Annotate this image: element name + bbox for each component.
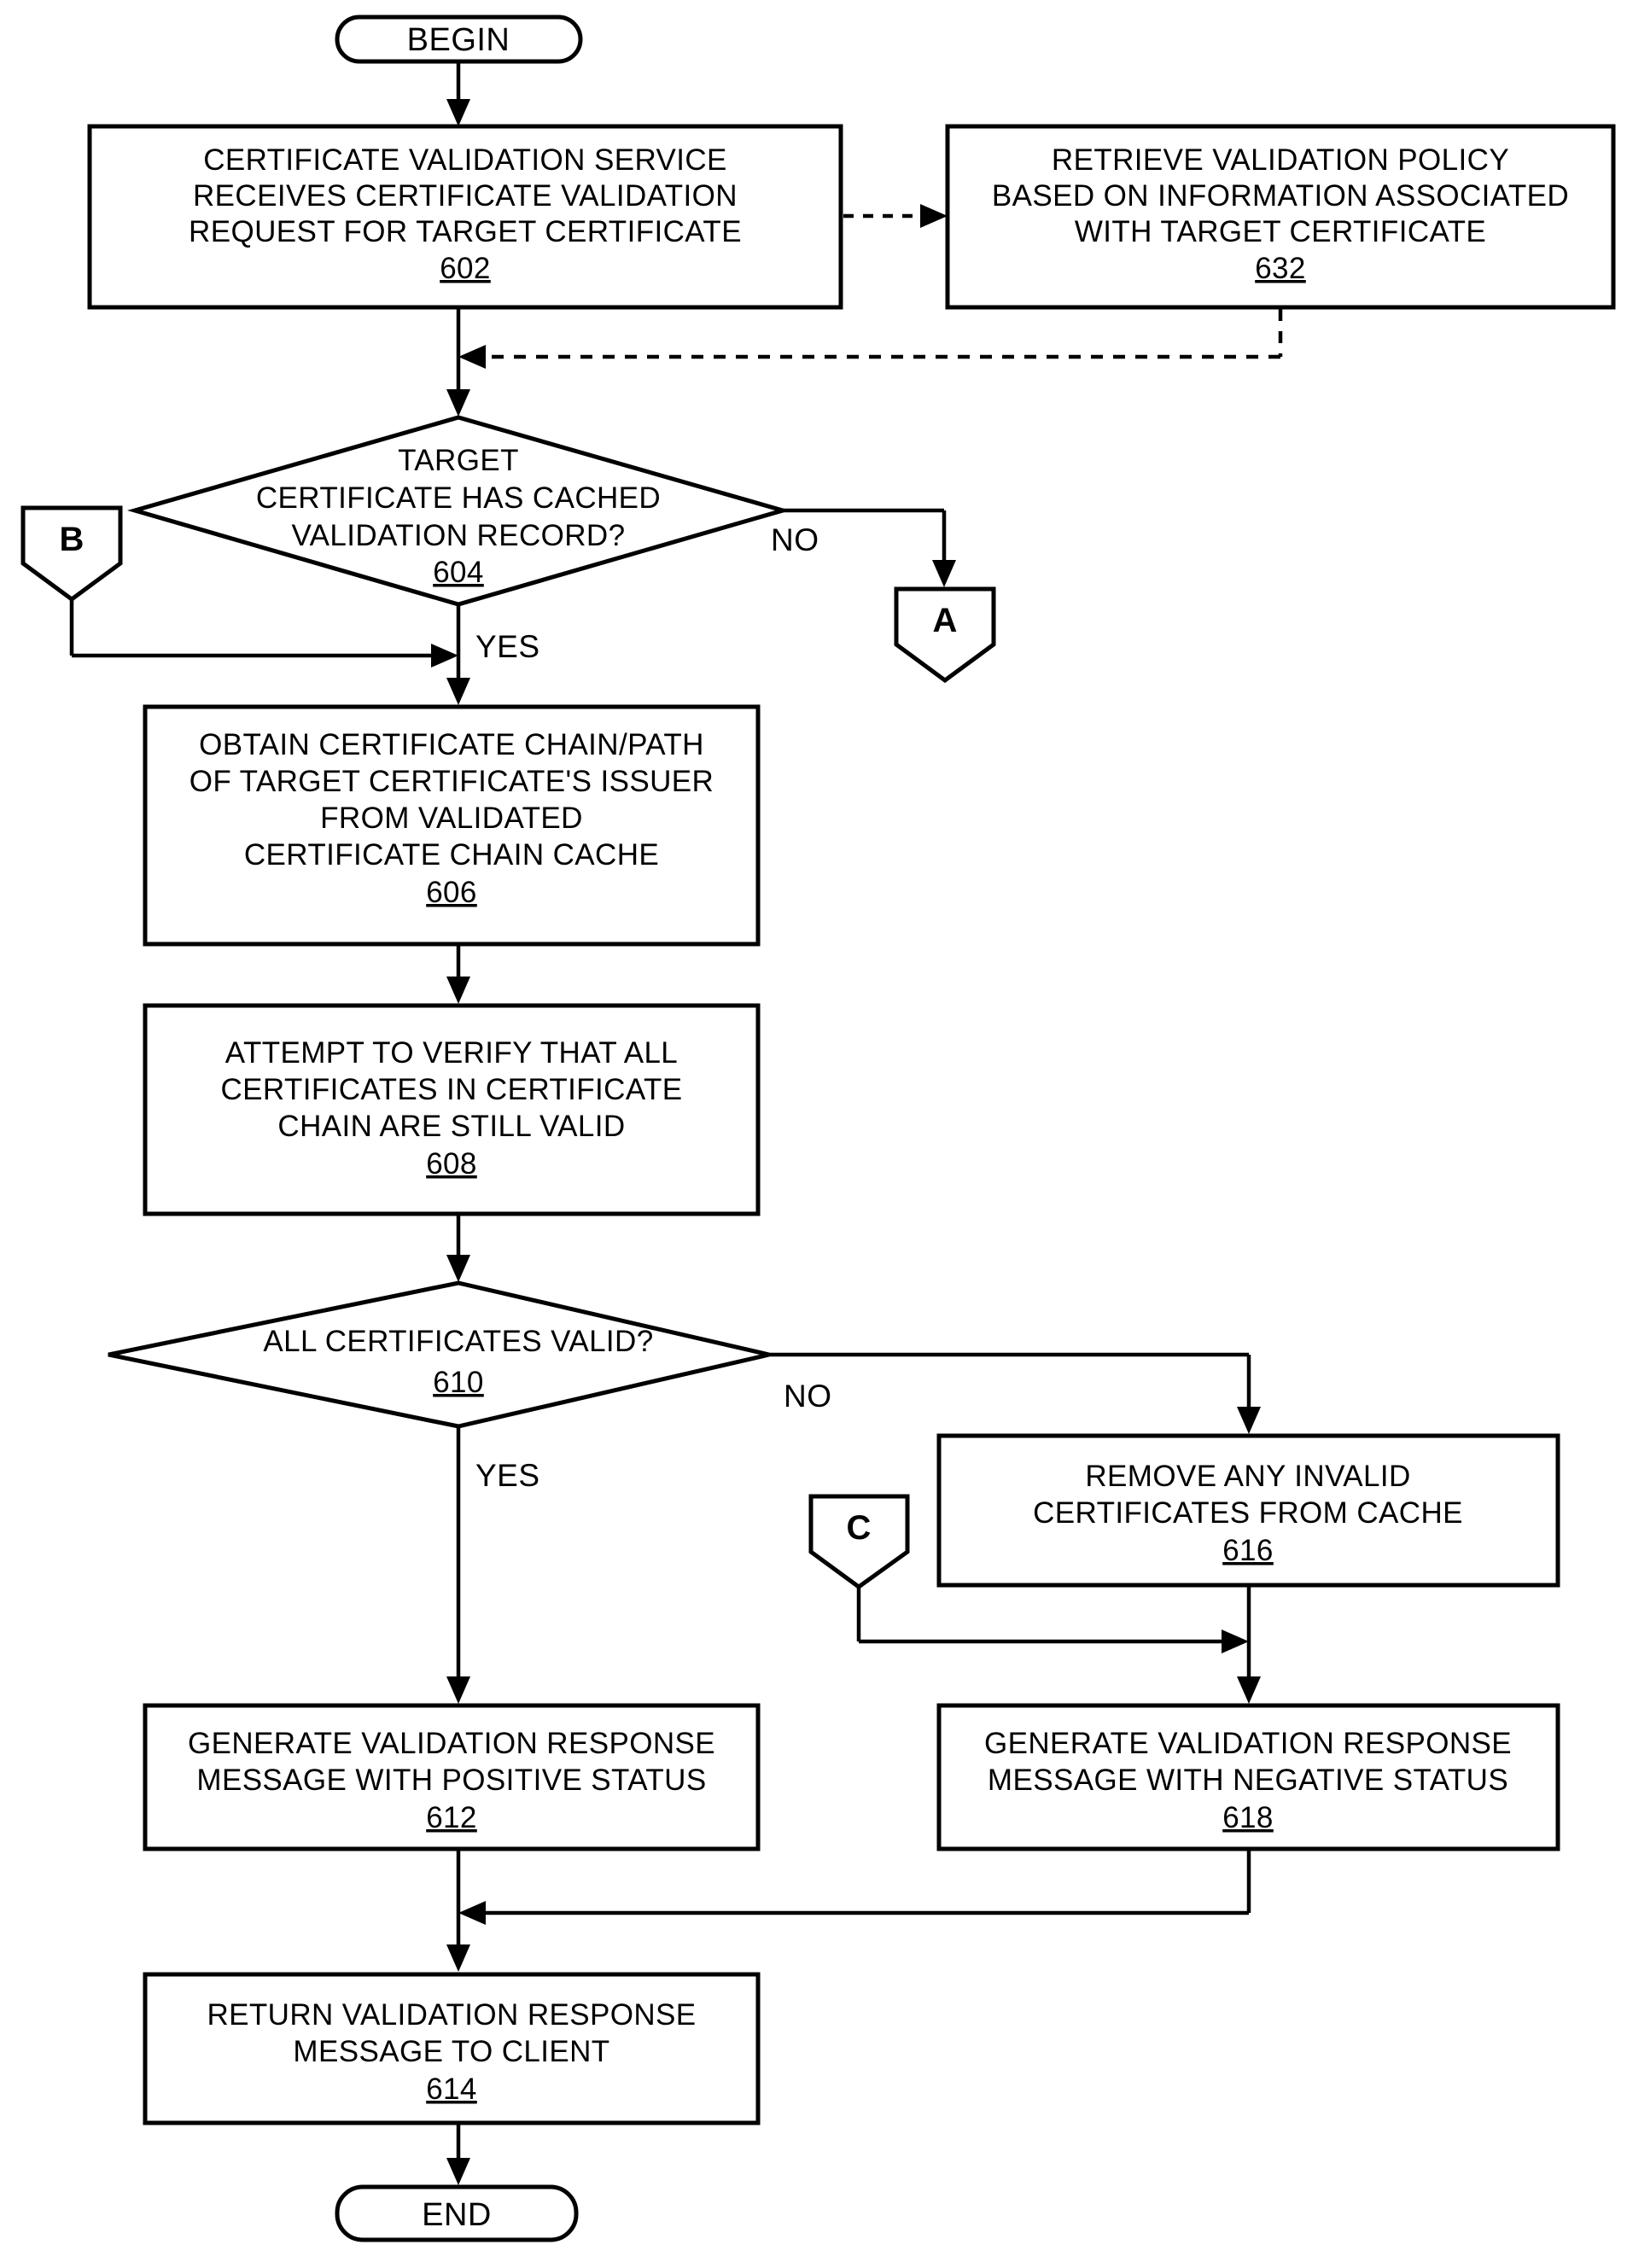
node-610-line-1: ALL CERTIFICATES VALID? (263, 1325, 653, 1358)
arrowhead-602-604 (446, 389, 470, 417)
node-632-line-2: BASED ON INFORMATION ASSOCIATED (992, 179, 1569, 213)
node-632: RETRIEVE VALIDATION POLICY BASED ON INFO… (945, 124, 1616, 310)
node-616-line-2: CERTIFICATES FROM CACHE (1033, 1496, 1463, 1530)
connector-C: C (808, 1494, 910, 1590)
arrowhead-B-merge (431, 644, 458, 668)
node-604-line-3: VALIDATION RECORD? (292, 519, 626, 552)
begin-label: BEGIN (407, 22, 510, 58)
node-602-line-2: RECEIVES CERTIFICATE VALIDATION (193, 179, 738, 213)
node-604-line-2: CERTIFICATE HAS CACHED (256, 481, 661, 515)
node-608-line-3: CHAIN ARE STILL VALID (277, 1110, 625, 1143)
node-606-line-2: OF TARGET CERTIFICATE'S ISSUER (190, 765, 714, 798)
terminal-begin: BEGIN (335, 15, 583, 64)
node-608: ATTEMPT TO VERIFY THAT ALL CERTIFICATES … (143, 1003, 761, 1216)
arrowhead-612-614 (446, 1944, 470, 1972)
edge-label-604-yes: YES (475, 629, 540, 664)
node-612-line-2: MESSAGE WITH POSITIVE STATUS (196, 1764, 706, 1797)
node-614-ref: 614 (426, 2073, 477, 2106)
terminal-end: END (335, 2184, 579, 2242)
node-604-ref: 604 (433, 556, 484, 589)
connector-B: B (20, 505, 123, 603)
node-608-ref: 608 (426, 1147, 477, 1181)
arrowhead-608-610 (446, 1255, 470, 1282)
node-618-ref: 618 (1222, 1801, 1274, 1834)
node-606-line-4: CERTIFICATE CHAIN CACHE (244, 838, 659, 872)
node-610: ALL CERTIFICATES VALID? 610 (108, 1280, 770, 1429)
arrowhead-616-618 (1237, 1676, 1261, 1704)
end-label: END (422, 2197, 492, 2233)
flowchart-canvas: BEGIN CERTIFICATE VALIDATION SERVICE REC… (0, 0, 1627, 2268)
flowchart-svg: BEGIN CERTIFICATE VALIDATION SERVICE REC… (20, 15, 1616, 2242)
connector-B-label: B (60, 521, 85, 558)
connector-C-label: C (847, 1509, 872, 1547)
node-608-line-2: CERTIFICATES IN CERTIFICATE (220, 1073, 682, 1106)
node-602-ref: 602 (440, 252, 491, 285)
edge-label-610-yes: YES (475, 1458, 540, 1493)
node-616-ref: 616 (1222, 1534, 1274, 1567)
node-602-line-3: REQUEST FOR TARGET CERTIFICATE (189, 215, 742, 248)
node-618-line-2: MESSAGE WITH NEGATIVE STATUS (988, 1764, 1508, 1797)
node-612-ref: 612 (426, 1801, 477, 1834)
arrowhead-632-spine (458, 345, 486, 369)
node-616-line-1: REMOVE ANY INVALID (1085, 1460, 1410, 1493)
edge-label-610-no: NO (784, 1379, 832, 1414)
arrowhead-604-606 (446, 678, 470, 705)
node-602: CERTIFICATE VALIDATION SERVICE RECEIVES … (87, 124, 843, 310)
node-604: TARGET CERTIFICATE HAS CACHED VALIDATION… (126, 415, 791, 607)
arrowhead-614-end (446, 2158, 470, 2185)
arrowhead-606-608 (446, 977, 470, 1004)
connector-A: A (894, 586, 996, 684)
arrowhead-602-632 (920, 204, 948, 228)
node-608-line-1: ATTEMPT TO VERIFY THAT ALL (225, 1036, 678, 1070)
node-604-line-1: TARGET (398, 444, 519, 477)
node-614: RETURN VALIDATION RESPONSE MESSAGE TO CL… (143, 1972, 761, 2125)
node-606: OBTAIN CERTIFICATE CHAIN/PATH OF TARGET … (143, 704, 761, 947)
arrowhead-604-no-to-A (932, 560, 956, 587)
node-632-line-3: WITH TARGET CERTIFICATE (1075, 215, 1486, 248)
node-614-line-1: RETURN VALIDATION RESPONSE (207, 1998, 696, 2032)
node-618: GENERATE VALIDATION RESPONSE MESSAGE WIT… (936, 1703, 1560, 1851)
edge-label-604-no: NO (771, 522, 819, 557)
node-606-ref: 606 (426, 876, 477, 909)
node-614-line-2: MESSAGE TO CLIENT (293, 2035, 609, 2068)
node-606-line-1: OBTAIN CERTIFICATE CHAIN/PATH (199, 728, 704, 761)
arrowhead-C-merge (1222, 1630, 1249, 1653)
node-618-line-1: GENERATE VALIDATION RESPONSE (984, 1727, 1512, 1760)
node-612-line-1: GENERATE VALIDATION RESPONSE (188, 1727, 715, 1760)
node-606-line-3: FROM VALIDATED (320, 802, 583, 835)
arrowhead-610-no-to-616 (1237, 1407, 1261, 1434)
connector-A-label: A (933, 602, 958, 639)
node-602-line-1: CERTIFICATE VALIDATION SERVICE (203, 143, 727, 177)
arrowhead-610-612 (446, 1676, 470, 1704)
node-632-line-1: RETRIEVE VALIDATION POLICY (1052, 143, 1509, 177)
node-632-ref: 632 (1255, 252, 1306, 285)
node-612: GENERATE VALIDATION RESPONSE MESSAGE WIT… (143, 1703, 761, 1851)
arrowhead-begin-602 (446, 99, 470, 126)
node-616: REMOVE ANY INVALID CERTIFICATES FROM CAC… (936, 1433, 1560, 1588)
arrowhead-618-merge (458, 1901, 486, 1925)
node-610-ref: 610 (433, 1366, 484, 1399)
